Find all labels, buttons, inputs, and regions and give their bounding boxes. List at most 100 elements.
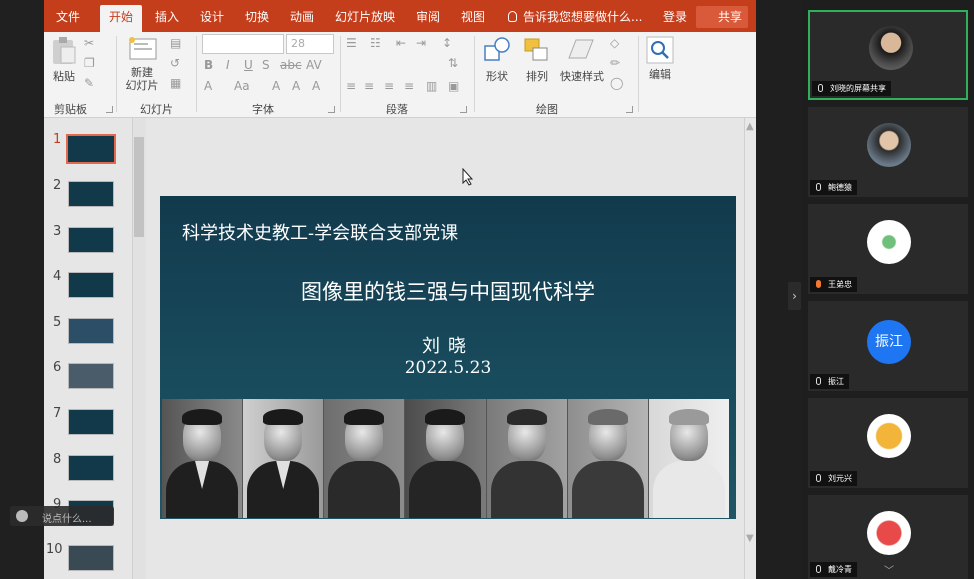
portrait-photo — [486, 399, 568, 518]
portrait-photo — [162, 399, 244, 518]
layout-icon[interactable]: ▤ — [170, 36, 181, 50]
expand-panel-button[interactable]: › — [788, 282, 801, 310]
thumb-number: 7 — [53, 406, 62, 421]
participant-tile[interactable]: 刘元兴 — [808, 398, 968, 488]
slide-author: 刘晓 — [422, 336, 474, 357]
align-center-icon[interactable]: ≡ — [364, 79, 374, 93]
shadow-icon[interactable]: S — [262, 58, 270, 72]
slides-group-label: 幻灯片 — [140, 103, 173, 116]
avatar — [867, 511, 911, 555]
clipboard-launcher-icon[interactable] — [106, 106, 113, 113]
thumbnail-slide-4[interactable] — [68, 272, 114, 298]
case-icon[interactable]: Aa — [234, 79, 250, 93]
slide-date: 2022.5.23 — [404, 358, 492, 378]
new-slide-icon[interactable] — [128, 36, 158, 62]
grow-font-icon[interactable]: A — [272, 79, 280, 93]
mic-muted-icon — [816, 377, 821, 385]
align-left-icon[interactable]: ≡ — [346, 79, 356, 93]
avatar — [867, 220, 911, 264]
thumbnail-slide-10[interactable] — [68, 545, 114, 571]
line-spacing-icon[interactable]: ↕ — [442, 36, 452, 50]
emoji-icon[interactable] — [16, 510, 28, 522]
thumb-number: 3 — [53, 224, 62, 239]
paste-icon[interactable] — [50, 36, 78, 66]
participant-tile[interactable]: 鲍德猿 — [808, 107, 968, 197]
spacing-icon[interactable]: AV — [306, 58, 322, 72]
thumbnail-slide-6[interactable] — [68, 363, 114, 389]
tab-insert[interactable]: 插入 — [155, 0, 179, 32]
underline-icon[interactable]: U — [244, 58, 253, 72]
thumbnail-slide-8[interactable] — [68, 455, 114, 481]
tab-home[interactable]: 开始 — [100, 5, 142, 32]
share-button[interactable]: 共享 — [696, 6, 748, 28]
shrink-font-icon[interactable]: A — [292, 79, 300, 93]
copy-icon[interactable]: ❐ — [84, 56, 95, 70]
fill-icon[interactable]: ◇ — [610, 36, 619, 50]
thumbnail-scroll-thumb[interactable] — [134, 137, 144, 237]
tell-me-box[interactable]: 告诉我您想要做什么... — [523, 0, 642, 32]
font-launcher-icon[interactable] — [328, 106, 335, 113]
group-divider — [116, 36, 117, 112]
participant-tile[interactable]: 王弟忠 — [808, 204, 968, 294]
effects-icon[interactable]: ◯ — [610, 76, 623, 90]
tab-review[interactable]: 审阅 — [416, 0, 440, 32]
scroll-down-icon[interactable]: ▼ — [746, 533, 754, 544]
shapes-icon[interactable] — [482, 36, 512, 64]
thumb-number: 1 — [53, 132, 62, 147]
tab-transitions[interactable]: 切换 — [245, 0, 269, 32]
thumbnail-slide-3[interactable] — [68, 227, 114, 253]
bullets-icon[interactable]: ☰ — [346, 36, 357, 50]
slide-title: 图像里的钱三强与中国现代科学 — [301, 280, 595, 304]
italic-icon[interactable]: I — [226, 58, 230, 72]
paragraph-group-label: 段落 — [386, 103, 408, 116]
font-size-combo[interactable]: 28 — [286, 34, 334, 54]
participant-name: 王弟忠 — [810, 277, 857, 292]
section-icon[interactable]: ▦ — [170, 76, 181, 90]
thumbnail-slide-7[interactable] — [68, 409, 114, 435]
columns-icon[interactable]: ▥ — [426, 79, 437, 93]
avatar — [867, 123, 911, 167]
paragraph-launcher-icon[interactable] — [460, 106, 467, 113]
increase-indent-icon[interactable]: ⇥ — [416, 36, 426, 50]
justify-icon[interactable]: ≡ — [404, 79, 414, 93]
font-color-icon[interactable]: A — [204, 79, 212, 93]
tab-slideshow[interactable]: 幻灯片放映 — [335, 0, 395, 32]
quick-styles-icon[interactable] — [566, 36, 596, 64]
tab-file[interactable]: 文件 — [56, 0, 80, 32]
tab-view[interactable]: 视图 — [461, 0, 485, 32]
align-right-icon[interactable]: ≡ — [384, 79, 394, 93]
login-link[interactable]: 登录 — [663, 0, 687, 32]
smartart-icon[interactable]: ▣ — [448, 79, 459, 93]
text-direction-icon[interactable]: ⇅ — [448, 56, 458, 70]
bold-icon[interactable]: B — [204, 58, 213, 72]
format-painter-icon[interactable]: ✎ — [84, 76, 94, 90]
participant-tile[interactable]: 刘晓的屏幕共享 — [808, 10, 968, 100]
lightbulb-icon — [508, 11, 517, 22]
arrange-icon[interactable] — [522, 36, 552, 64]
outline-icon[interactable]: ✏ — [610, 56, 620, 70]
group-divider — [474, 36, 475, 112]
reset-icon[interactable]: ↺ — [170, 56, 180, 70]
slide-subtitle: 科学技术史教工-学会联合支部党课 — [182, 223, 459, 244]
chevron-down-icon[interactable]: ﹀ — [884, 562, 894, 577]
tab-animations[interactable]: 动画 — [290, 0, 314, 32]
participant-tile[interactable]: 振江 振江 — [808, 301, 968, 391]
search-icon[interactable] — [646, 36, 674, 64]
font-name-combo[interactable] — [202, 34, 284, 54]
canvas-scrollbar[interactable] — [744, 118, 756, 579]
tab-design[interactable]: 设计 — [200, 0, 224, 32]
decrease-indent-icon[interactable]: ⇤ — [396, 36, 406, 50]
drawing-launcher-icon[interactable] — [626, 106, 633, 113]
clear-format-icon[interactable]: A — [312, 79, 320, 93]
slide-canvas[interactable]: 科学技术史教工-学会联合支部党课 图像里的钱三强与中国现代科学 刘晓 2022.… — [160, 196, 736, 519]
thumbnail-slide-2[interactable] — [68, 181, 114, 207]
avatar — [869, 26, 913, 70]
scroll-up-icon[interactable]: ▲ — [746, 121, 754, 132]
cut-icon[interactable]: ✂ — [84, 36, 94, 50]
numbering-icon[interactable]: ☷ — [370, 36, 381, 50]
ribbon-tabbar: 文件 开始 插入 设计 切换 动画 幻灯片放映 审阅 视图 告诉我您想要做什么.… — [44, 0, 756, 32]
strike-icon[interactable]: abc — [280, 58, 302, 72]
thumbnail-slide-1[interactable] — [66, 134, 116, 164]
participant-name: 振江 — [810, 374, 849, 389]
thumbnail-slide-5[interactable] — [68, 318, 114, 344]
